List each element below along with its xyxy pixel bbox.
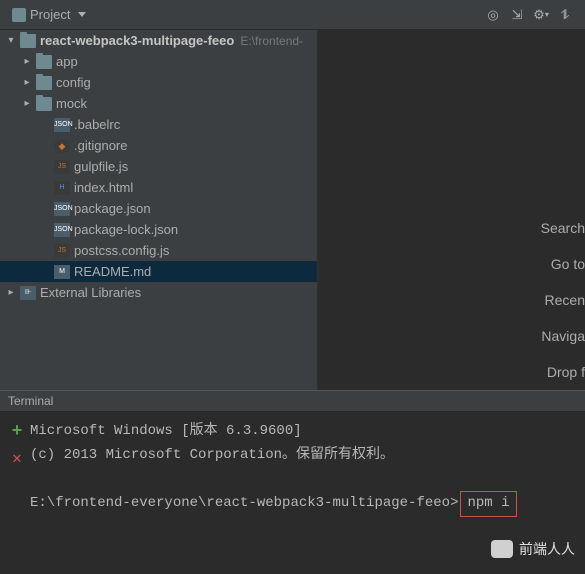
toolbar: Project ◎ ⇲ ⚙▾ ⥮ <box>0 0 585 30</box>
tree-root[interactable]: react-webpack3-multipage-feeo E:\fronten… <box>0 30 317 51</box>
folder-icon <box>20 34 36 48</box>
terminal-line: (c) 2013 Microsoft Corporation。保留所有权利。 <box>30 444 581 468</box>
tip-goto: Go to <box>318 246 585 282</box>
watermark: 前端人人 <box>491 539 575 559</box>
tree-folder[interactable]: app <box>0 51 317 72</box>
expand-arrow-icon[interactable] <box>22 98 32 109</box>
js-file-icon: JS <box>54 244 70 258</box>
folder-icon <box>36 55 52 69</box>
libs-label: External Libraries <box>40 285 141 300</box>
tree-file[interactable]: JS postcss.config.js <box>0 240 317 261</box>
expand-arrow-icon[interactable] <box>6 287 16 298</box>
terminal-prompt-line: E:\frontend-everyone\react-webpack3-mult… <box>30 491 581 517</box>
file-label: postcss.config.js <box>74 243 169 258</box>
editor-empty-tips: Search Go to Recen Naviga Drop f <box>318 30 585 390</box>
project-label: Project <box>30 7 70 22</box>
tree-folder[interactable]: mock <box>0 93 317 114</box>
tree-file[interactable]: JSON package.json <box>0 198 317 219</box>
close-terminal-icon[interactable]: ✕ <box>12 448 22 468</box>
tip-recent: Recen <box>318 282 585 318</box>
git-file-icon: ◆ <box>54 139 70 153</box>
tree-file[interactable]: JS gulpfile.js <box>0 156 317 177</box>
js-file-icon: JS <box>54 160 70 174</box>
json-file-icon: JSON <box>54 223 70 237</box>
tree-file-selected[interactable]: M README.md <box>0 261 317 282</box>
file-label: package.json <box>74 201 151 216</box>
md-file-icon: M <box>54 265 70 279</box>
add-terminal-icon[interactable]: + <box>12 422 23 442</box>
file-label: gulpfile.js <box>74 159 128 174</box>
terminal-gutter: + ✕ <box>4 420 30 570</box>
toolbar-actions: ◎ ⇲ ⚙▾ ⥮ <box>485 7 579 23</box>
folder-icon <box>36 76 52 90</box>
tree-file[interactable]: H index.html <box>0 177 317 198</box>
tree-file[interactable]: ◆ .gitignore <box>0 135 317 156</box>
expand-arrow-icon[interactable] <box>22 56 32 67</box>
tip-search: Search <box>318 210 585 246</box>
folder-icon <box>36 97 52 111</box>
terminal-prompt: E:\frontend-everyone\react-webpack3-mult… <box>30 495 458 511</box>
folder-label: app <box>56 54 78 69</box>
terminal-title: Terminal <box>8 394 53 408</box>
target-icon[interactable]: ◎ <box>485 7 501 23</box>
html-file-icon: H <box>54 181 70 195</box>
tree-file[interactable]: JSON package-lock.json <box>0 219 317 240</box>
json-file-icon: JSON <box>54 202 70 216</box>
collapse-icon[interactable]: ⇲ <box>509 7 525 23</box>
file-label: .babelrc <box>74 117 120 132</box>
tip-drop: Drop f <box>318 354 585 390</box>
folder-label: config <box>56 75 91 90</box>
root-name: react-webpack3-multipage-feeo <box>40 33 234 48</box>
terminal-line: Microsoft Windows [版本 6.3.9600] <box>30 420 581 444</box>
file-label: index.html <box>74 180 133 195</box>
file-label: .gitignore <box>74 138 127 153</box>
tip-navigate: Naviga <box>318 318 585 354</box>
folder-label: mock <box>56 96 87 111</box>
file-label: README.md <box>74 264 151 279</box>
external-libraries[interactable]: ⊪ External Libraries <box>0 282 317 303</box>
project-icon <box>12 8 26 22</box>
expand-arrow-icon[interactable] <box>22 77 32 88</box>
tree-file[interactable]: JSON .babelrc <box>0 114 317 135</box>
root-path: E:\frontend- <box>240 34 303 48</box>
gear-icon[interactable]: ⚙▾ <box>533 7 549 23</box>
json-file-icon: JSON <box>54 118 70 132</box>
expand-arrow-icon[interactable] <box>6 35 16 46</box>
library-icon: ⊪ <box>20 286 36 300</box>
wechat-icon <box>491 540 513 558</box>
chevron-down-icon <box>78 12 86 17</box>
tree-folder[interactable]: config <box>0 72 317 93</box>
project-tree[interactable]: react-webpack3-multipage-feeo E:\fronten… <box>0 30 318 390</box>
file-label: package-lock.json <box>74 222 178 237</box>
terminal-command: npm i <box>460 491 516 517</box>
project-dropdown[interactable]: Project <box>6 5 92 24</box>
terminal-tab[interactable]: Terminal <box>0 390 585 412</box>
watermark-text: 前端人人 <box>519 539 575 559</box>
hide-icon[interactable]: ⥮ <box>557 7 573 23</box>
